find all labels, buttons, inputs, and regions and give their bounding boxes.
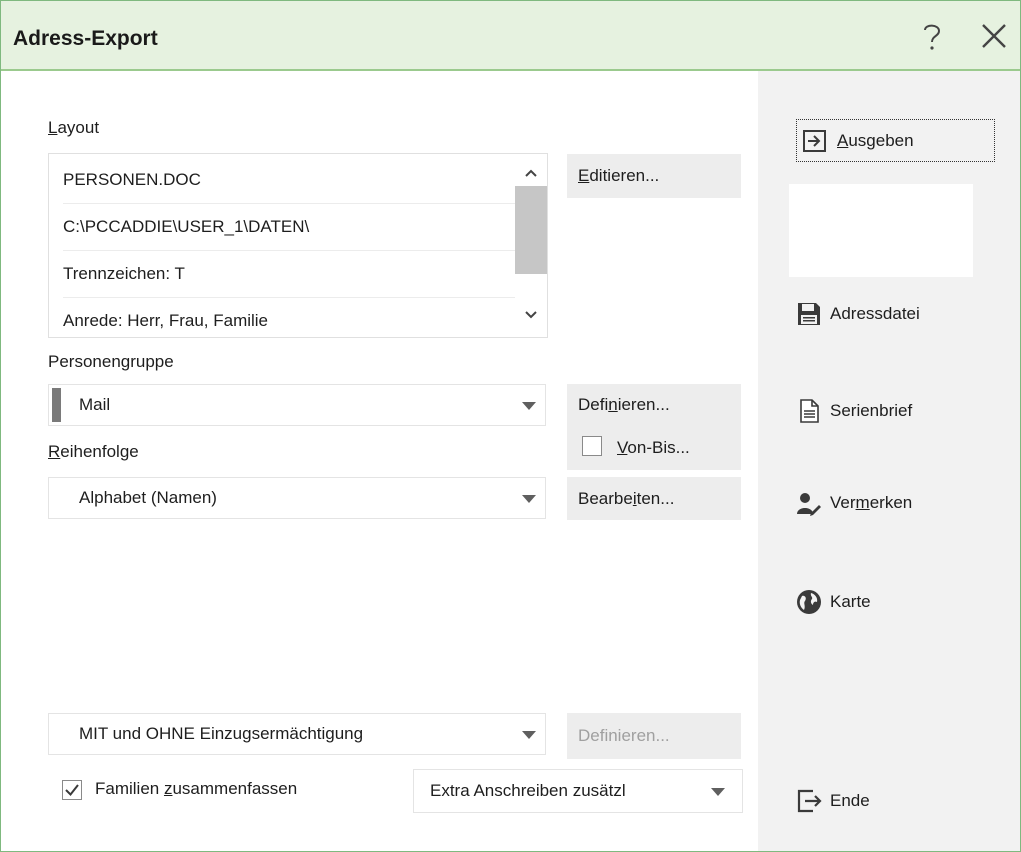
list-item[interactable]: C:\PCCADDIE\USER_1\DATEN\ bbox=[63, 204, 515, 251]
group-color-marker bbox=[52, 388, 61, 422]
serienbrief-button[interactable]: Serienbrief bbox=[796, 390, 996, 432]
vermerken-label: Vermerken bbox=[830, 493, 913, 512]
karte-button[interactable]: Karte bbox=[796, 581, 996, 623]
chevron-down-icon bbox=[711, 788, 725, 796]
reihenfolge-select[interactable]: Alphabet (Namen) bbox=[48, 477, 546, 519]
ende-button[interactable]: Ende bbox=[796, 780, 996, 822]
list-item[interactable]: Trennzeichen: T bbox=[63, 251, 515, 298]
globe-icon bbox=[796, 589, 822, 615]
adressdatei-button[interactable]: Adressdatei bbox=[796, 293, 996, 335]
output-arrow-icon bbox=[802, 128, 828, 154]
layout-list[interactable]: PERSONEN.DOC C:\PCCADDIE\USER_1\DATEN\ T… bbox=[48, 153, 548, 338]
close-icon[interactable] bbox=[979, 21, 1009, 51]
serienbrief-label: Serienbrief bbox=[830, 401, 913, 420]
window-title: Adress-Export bbox=[13, 27, 158, 50]
preview-box bbox=[789, 184, 973, 277]
adressdatei-label: Adressdatei bbox=[830, 304, 920, 323]
list-item[interactable]: PERSONEN.DOC bbox=[63, 157, 515, 204]
exit-icon bbox=[796, 788, 822, 814]
ausgeben-label: Ausgeben bbox=[837, 131, 914, 150]
familien-label[interactable]: Familien zusammenfassen bbox=[95, 779, 297, 799]
document-icon bbox=[796, 398, 822, 424]
edit-layout-button[interactable]: Editieren... bbox=[567, 154, 741, 198]
edit-order-button[interactable]: Bearbeiten... bbox=[567, 477, 741, 520]
von-bis-toggle[interactable]: Von-Bis... bbox=[567, 426, 741, 470]
layout-scrollbar[interactable] bbox=[515, 154, 547, 337]
scroll-down-icon[interactable] bbox=[521, 305, 541, 325]
personengruppe-value: Mail bbox=[79, 395, 111, 414]
adress-export-dialog: Adress-Export Layout PERSONEN.DOC C:\PCC… bbox=[0, 0, 1021, 852]
define-group-button[interactable]: Definieren... bbox=[567, 384, 741, 426]
vermerken-button[interactable]: Vermerken bbox=[796, 482, 996, 524]
personengruppe-select[interactable]: Mail bbox=[48, 384, 546, 426]
person-edit-icon bbox=[796, 490, 822, 516]
scroll-up-icon[interactable] bbox=[521, 163, 541, 183]
personengruppe-label: Personengruppe bbox=[48, 352, 174, 371]
save-icon bbox=[796, 301, 822, 327]
help-icon[interactable] bbox=[917, 21, 947, 51]
familien-checkbox[interactable] bbox=[62, 780, 82, 800]
karte-label: Karte bbox=[830, 592, 871, 611]
chevron-down-icon bbox=[522, 495, 536, 503]
reihenfolge-label: Reihenfolge bbox=[48, 442, 139, 461]
extra-anschreiben-select[interactable]: Extra Anschreiben zusätzl bbox=[413, 769, 743, 813]
scroll-thumb[interactable] bbox=[515, 186, 547, 274]
ausgeben-button[interactable]: Ausgeben bbox=[796, 119, 995, 162]
define-einzug-button[interactable]: Definieren... bbox=[567, 713, 741, 759]
chevron-down-icon bbox=[522, 731, 536, 739]
extra-anschreiben-value: Extra Anschreiben zusätzl bbox=[430, 781, 626, 800]
einzug-value: MIT und OHNE Einzugsermächtigung bbox=[79, 724, 364, 743]
einzug-select[interactable]: MIT und OHNE Einzugsermächtigung bbox=[48, 713, 546, 755]
von-bis-label: Von-Bis... bbox=[617, 438, 690, 457]
layout-label: Layout bbox=[48, 118, 100, 137]
ende-label: Ende bbox=[830, 791, 870, 810]
chevron-down-icon bbox=[522, 402, 536, 410]
reihenfolge-value: Alphabet (Namen) bbox=[79, 488, 217, 507]
title-bar: Adress-Export bbox=[1, 1, 1020, 71]
list-item[interactable]: Anrede: Herr, Frau, Familie bbox=[63, 298, 515, 337]
von-bis-checkbox[interactable] bbox=[582, 436, 602, 456]
